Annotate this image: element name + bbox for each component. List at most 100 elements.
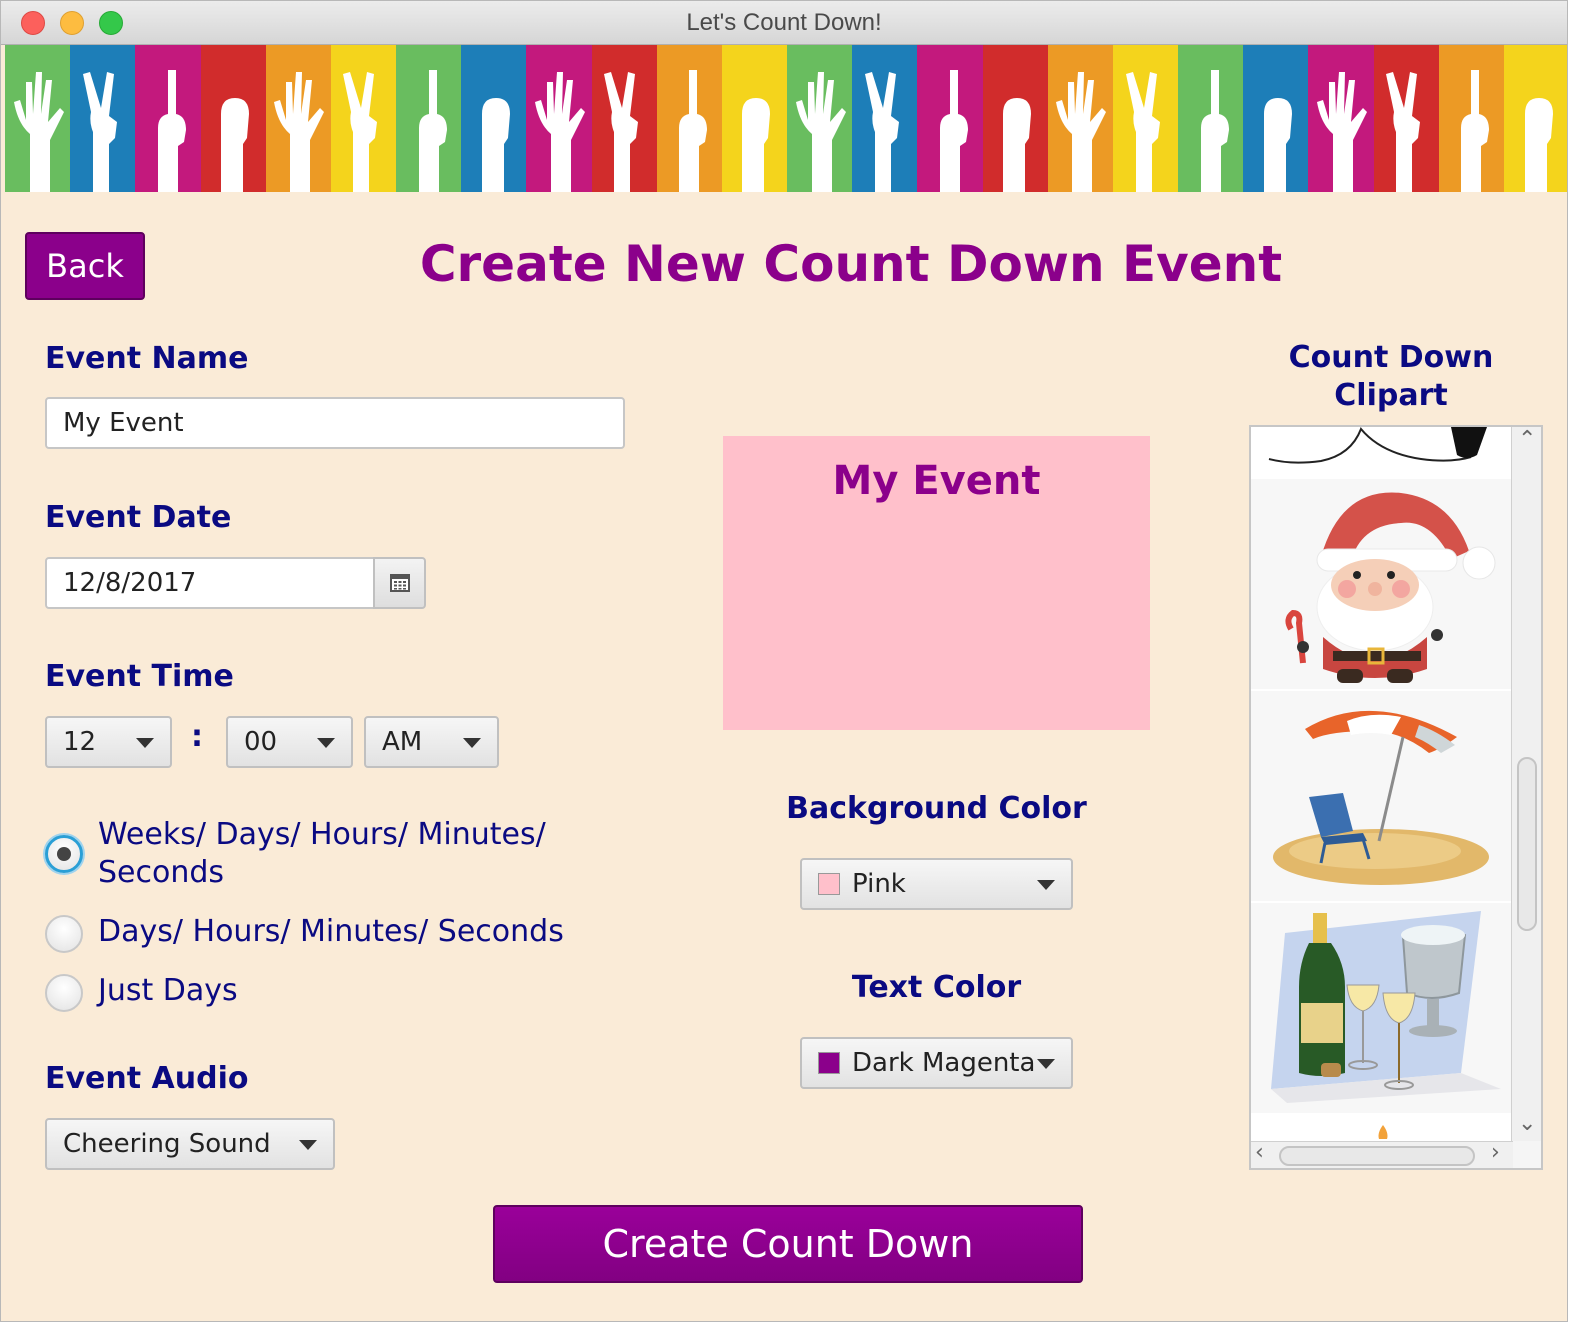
- chevron-down-icon: [317, 738, 335, 748]
- banner-stripe: [917, 45, 983, 192]
- santa-clipart[interactable]: [1251, 479, 1513, 689]
- time-separator: :: [191, 719, 203, 754]
- vertical-scroll-thumb[interactable]: [1517, 757, 1537, 931]
- chevron-down-icon: [1037, 1059, 1055, 1069]
- raised-hand-icon: [679, 70, 708, 192]
- format-option-days[interactable]: Days/ Hours/ Minutes/ Seconds: [45, 913, 564, 953]
- format-option-days-label: Days/ Hours/ Minutes/ Seconds: [98, 914, 564, 949]
- vertical-scrollbar[interactable]: ⌃ ⌄: [1511, 427, 1541, 1141]
- chevron-down-icon: [1037, 880, 1055, 890]
- scroll-left-icon[interactable]: ‹: [1255, 1140, 1264, 1165]
- banner-stripe: [1112, 45, 1179, 192]
- banner-stripe: [787, 45, 853, 192]
- page-title: Create New Count Down Event: [419, 235, 1283, 293]
- candle-clipart[interactable]: [1251, 1115, 1513, 1141]
- raised-hand-icon: [1461, 70, 1490, 192]
- banner-stripe: [526, 45, 592, 192]
- event-audio-label: Event Audio: [45, 1061, 249, 1096]
- raised-hand-icon: [343, 72, 378, 192]
- raised-hand-icon: [157, 70, 186, 192]
- calendar-icon: [389, 574, 410, 592]
- raised-hand-icon: [274, 72, 325, 192]
- scroll-down-icon[interactable]: ⌄: [1518, 1111, 1536, 1136]
- event-name-label: Event Name: [45, 341, 249, 376]
- banner-stripe: [5, 45, 71, 192]
- clipart-list[interactable]: [1251, 427, 1513, 1141]
- event-date-value: 12/8/2017: [63, 568, 197, 598]
- radio-button-selected[interactable]: [45, 835, 83, 873]
- text-color-label: Text Color: [851, 970, 1022, 1005]
- clipart-title: Count Down Clipart: [1271, 339, 1511, 415]
- raised-hand-icon: [1386, 72, 1421, 192]
- audio-select[interactable]: Cheering Sound: [45, 1118, 335, 1170]
- horizontal-scroll-thumb[interactable]: [1279, 1146, 1475, 1166]
- text-color-picker[interactable]: Dark Magenta: [800, 1037, 1073, 1089]
- window-title: Let's Count Down!: [686, 9, 882, 36]
- banner-stripe: [656, 45, 722, 192]
- radio-button[interactable]: [45, 915, 83, 953]
- raised-hand-icon: [1263, 98, 1292, 192]
- minute-value: 00: [244, 727, 278, 757]
- banner-stripe: [396, 45, 462, 192]
- background-color-label: Background Color: [786, 791, 1087, 826]
- raised-hand-icon: [1056, 72, 1107, 192]
- ampm-value: AM: [382, 727, 423, 757]
- banner-stripe: [982, 45, 1048, 192]
- hour-value: 12: [63, 727, 97, 757]
- text-color-value: Dark Magenta: [852, 1048, 1036, 1078]
- back-button[interactable]: Back: [25, 232, 145, 300]
- horizontal-scrollbar[interactable]: ‹ ›: [1251, 1140, 1513, 1168]
- format-option-just-days[interactable]: Just Days: [45, 972, 238, 1012]
- event-date-label: Event Date: [45, 500, 232, 535]
- raised-hand-icon: [742, 98, 771, 192]
- hands-banner: [5, 45, 1567, 192]
- format-option-weeks-line2: Seconds: [98, 855, 225, 890]
- event-time-label: Event Time: [45, 659, 234, 694]
- hour-select[interactable]: 12: [45, 716, 172, 768]
- chevron-down-icon: [136, 738, 154, 748]
- banner-stripe: [1503, 45, 1567, 192]
- scroll-right-icon[interactable]: ›: [1491, 1140, 1500, 1165]
- color-swatch: [818, 873, 840, 895]
- banner-stripe: [1047, 45, 1113, 192]
- audio-value: Cheering Sound: [63, 1129, 271, 1159]
- format-option-weeks-line1: Weeks/ Days/ Hours/ Minutes/: [98, 817, 546, 852]
- raised-hand-icon: [939, 70, 968, 192]
- background-color-picker[interactable]: Pink: [800, 858, 1073, 910]
- chevron-down-icon: [463, 738, 481, 748]
- raised-hand-icon: [604, 72, 639, 192]
- scroll-up-icon[interactable]: ⌃: [1518, 427, 1536, 452]
- title-bar: Let's Count Down!: [1, 1, 1567, 45]
- ampm-select[interactable]: AM: [364, 716, 499, 768]
- banner-stripe: [135, 45, 201, 192]
- banner-stripe: [591, 45, 657, 192]
- snow-scene-clipart[interactable]: [1251, 427, 1513, 477]
- banner-stripe: [1178, 45, 1244, 192]
- banner-stripe: [1438, 45, 1504, 192]
- app-window: Let's Count Down! Back Create New Count …: [0, 0, 1568, 1322]
- beach-umbrella-clipart[interactable]: [1251, 691, 1513, 901]
- format-option-weeks[interactable]: Weeks/ Days/ Hours/ Minutes/ Seconds: [45, 816, 546, 892]
- background-color-value: Pink: [852, 869, 906, 899]
- raised-hand-icon: [418, 70, 447, 192]
- raised-hand-icon: [864, 72, 899, 192]
- raised-hand-icon: [1317, 72, 1368, 192]
- banner-stripe: [330, 45, 397, 192]
- banner-stripe: [721, 45, 788, 192]
- banner-stripe: [200, 45, 266, 192]
- champagne-clipart[interactable]: [1251, 903, 1513, 1113]
- raised-hand-icon: [1003, 98, 1032, 192]
- raised-hand-icon: [221, 98, 250, 192]
- color-swatch: [818, 1052, 840, 1074]
- minute-select[interactable]: 00: [226, 716, 353, 768]
- banner-stripe: [265, 45, 331, 192]
- banner-stripe: [461, 45, 527, 192]
- event-name-input[interactable]: My Event: [45, 397, 625, 449]
- format-option-just-days-label: Just Days: [98, 973, 238, 1008]
- clipart-scroll-pane[interactable]: ⌃ ⌄ ‹ ›: [1249, 425, 1543, 1170]
- radio-button[interactable]: [45, 974, 83, 1012]
- banner-stripe: [1373, 45, 1439, 192]
- event-date-input[interactable]: 12/8/2017: [45, 557, 375, 609]
- date-picker-button[interactable]: [373, 557, 426, 609]
- create-count-down-button[interactable]: Create Count Down: [493, 1205, 1083, 1283]
